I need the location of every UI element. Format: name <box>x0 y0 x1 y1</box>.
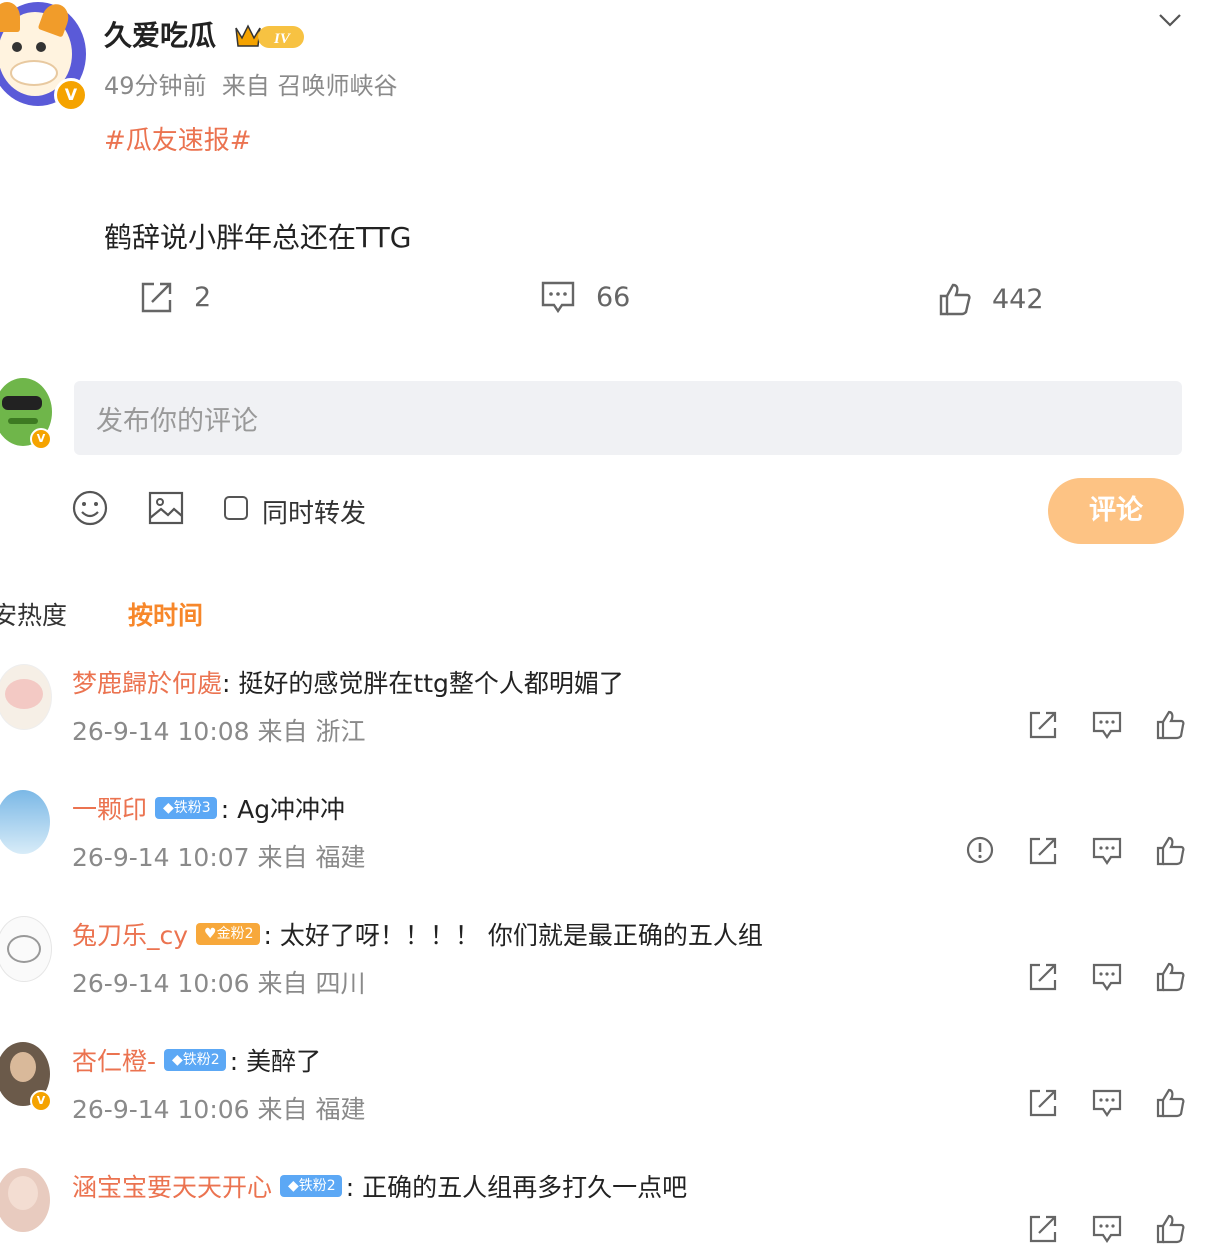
comment-text: : 正确的五人组再多打久一点吧 <box>345 1173 688 1202</box>
chevron-down-icon[interactable] <box>1158 12 1182 28</box>
verified-badge-icon: V <box>30 1090 52 1112</box>
verified-badge-icon: V <box>30 428 52 450</box>
comment-time: 26-9-14 10:06 <box>72 1095 250 1124</box>
comment-text: : 太好了呀！！！！ 你们就是最正确的五人组 <box>263 921 763 950</box>
comment-icon <box>541 281 575 314</box>
share-icon[interactable] <box>1028 962 1060 994</box>
comment-input[interactable]: 发布你的评论 <box>74 381 1182 455</box>
comment-source: 来自 浙江 <box>257 717 366 746</box>
comment-time: 26-9-14 10:06 <box>72 969 250 998</box>
repost-checkbox-label: 同时转发 <box>262 499 367 529</box>
image-icon[interactable] <box>148 490 184 526</box>
share-icon[interactable] <box>1028 836 1060 868</box>
repost-checkbox[interactable] <box>224 496 248 520</box>
post-source: 来自 召唤师峡谷 <box>221 72 398 100</box>
emoji-icon[interactable] <box>72 490 108 526</box>
comment-count: 66 <box>596 281 631 313</box>
comment-line: 梦鹿歸於何處 : 挺好的感觉胖在ttg整个人都明媚了 <box>72 664 624 700</box>
share-icon <box>141 282 172 313</box>
commenter-name[interactable]: 杏仁橙- <box>72 1042 156 1078</box>
fan-badge: ◆铁粉2 <box>280 1175 342 1197</box>
commenter-avatar[interactable] <box>0 790 50 854</box>
comment-time: 26-9-14 10:08 <box>72 717 250 746</box>
thumbs-up-icon[interactable] <box>1156 1214 1188 1246</box>
commenter-avatar[interactable] <box>0 664 52 730</box>
post-time: 49分钟前 <box>104 72 207 100</box>
fan-badge: ◆铁粉3 <box>155 797 217 819</box>
commenter-avatar[interactable] <box>0 916 52 982</box>
fan-badge-label: 铁粉3 <box>173 800 211 816</box>
comment-meta: 26-9-14 10:06 来自 福建 <box>72 1090 365 1126</box>
comment-input-placeholder: 发布你的评论 <box>96 405 258 437</box>
comment-meta: 26-9-14 10:08 来自 浙江 <box>72 712 365 748</box>
comment-button[interactable]: 66 <box>540 280 630 314</box>
fan-badge-label: 铁粉2 <box>298 1178 336 1194</box>
level-crown-icon: IV <box>235 24 304 48</box>
fan-badge-label: 铁粉2 <box>182 1052 220 1068</box>
commenter-name[interactable]: 梦鹿歸於何處 <box>72 664 222 700</box>
post-meta: 49分钟前 来自 召唤师峡谷 <box>104 66 397 101</box>
repost-count: 2 <box>194 281 212 313</box>
author-name[interactable]: 久爱吃瓜 <box>104 14 216 54</box>
reply-icon[interactable] <box>1092 1214 1124 1246</box>
comment-source: 来自 四川 <box>257 969 366 998</box>
thumbs-up-icon[interactable] <box>1156 710 1188 742</box>
fan-badge: ◆铁粉2 <box>164 1049 226 1071</box>
comment-time: 26-9-14 10:07 <box>72 843 250 872</box>
commenter-name[interactable]: 涵宝宝要天天开心 <box>72 1168 272 1204</box>
report-icon[interactable] <box>966 836 998 868</box>
fan-badge: ♥金粉2 <box>196 923 260 945</box>
reply-icon[interactable] <box>1092 836 1124 868</box>
repost-button[interactable]: 2 <box>140 280 211 314</box>
comment-source: 来自 福建 <box>257 1095 366 1124</box>
fan-badge-label: 金粉2 <box>216 926 254 942</box>
share-icon[interactable] <box>1028 1088 1060 1120</box>
reply-icon[interactable] <box>1092 710 1124 742</box>
thumbs-up-icon[interactable] <box>1156 1088 1188 1120</box>
thumbs-up-icon <box>939 283 971 316</box>
comment-line: 涵宝宝要天天开心 ◆铁粉2 : 正确的五人组再多打久一点吧 <box>72 1168 687 1204</box>
share-icon[interactable] <box>1028 710 1060 742</box>
post-hashtag[interactable]: #瓜友速报# <box>104 120 252 157</box>
comment-text: : 挺好的感觉胖在ttg整个人都明媚了 <box>222 669 624 698</box>
verified-badge-icon: V <box>54 78 88 112</box>
sort-by-heat-tab[interactable]: 安热度 <box>0 596 67 632</box>
share-icon[interactable] <box>1028 1214 1060 1246</box>
comment-line: 一颗印 ◆铁粉3 : Ag冲冲冲 <box>72 790 345 826</box>
reply-icon[interactable] <box>1092 962 1124 994</box>
comment-text: : 美醉了 <box>229 1047 322 1076</box>
commenter-name[interactable]: 一颗印 <box>72 790 147 826</box>
comment-meta: 26-9-14 10:06 来自 四川 <box>72 964 365 1000</box>
like-count: 442 <box>992 283 1044 315</box>
comment-line: 杏仁橙- ◆铁粉2 : 美醉了 <box>72 1042 321 1078</box>
reply-icon[interactable] <box>1092 1088 1124 1120</box>
thumbs-up-icon[interactable] <box>1156 962 1188 994</box>
comment-source: 来自 福建 <box>257 843 366 872</box>
sort-by-time-tab[interactable]: 按时间 <box>128 596 203 632</box>
commenter-avatar[interactable] <box>0 1168 50 1232</box>
level-badge: IV <box>273 31 292 47</box>
comment-meta: 26-9-14 10:07 来自 福建 <box>72 838 365 874</box>
like-button[interactable]: 442 <box>938 282 1044 316</box>
comment-text: : Ag冲冲冲 <box>220 795 346 824</box>
post-content: 鹤辞说小胖年总还在TTG <box>104 221 412 254</box>
commenter-name[interactable]: 兔刀乐_cy <box>72 916 188 952</box>
submit-comment-button[interactable]: 评论 <box>1048 478 1184 544</box>
thumbs-up-icon[interactable] <box>1156 836 1188 868</box>
comment-line: 兔刀乐_cy ♥金粉2 : 太好了呀！！！！ 你们就是最正确的五人组 <box>72 916 763 952</box>
